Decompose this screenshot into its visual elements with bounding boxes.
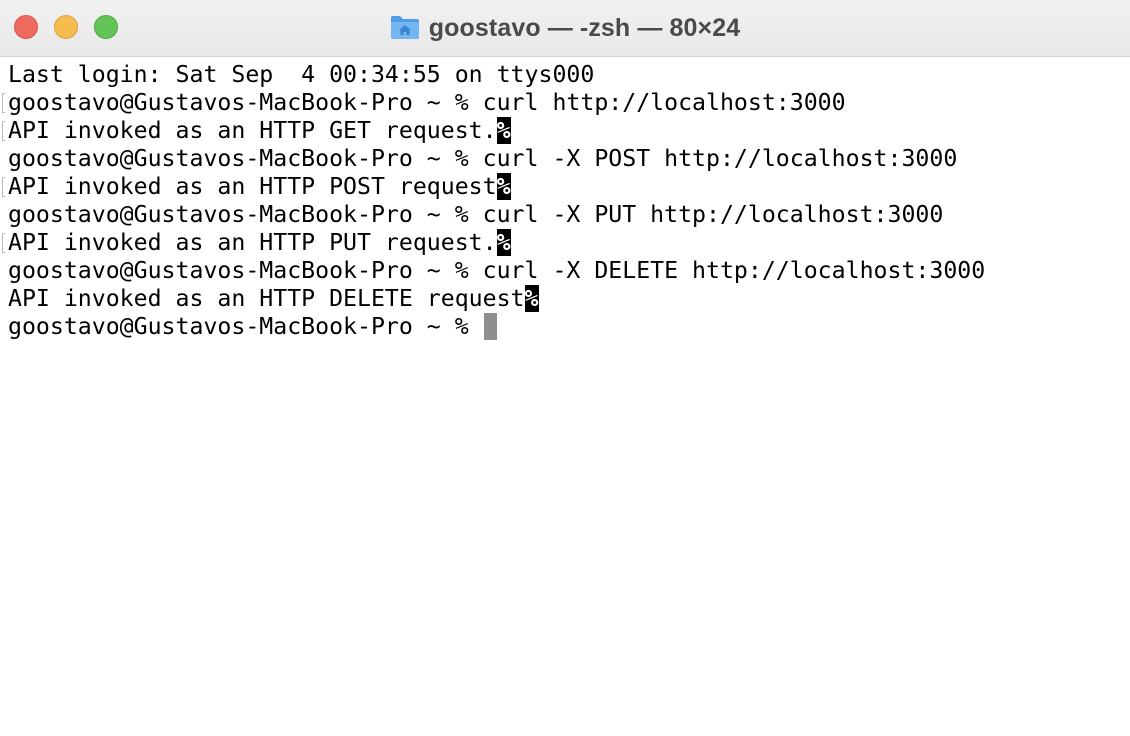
home-folder-icon — [390, 16, 419, 39]
partial-line-marker: % — [496, 173, 511, 200]
terminal-line: Last login: Sat Sep 4 00:34:55 on ttys00… — [8, 61, 1123, 89]
partial-line-marker: % — [496, 229, 511, 256]
terminal-line: API invoked as an HTTP DELETE request% — [8, 285, 1123, 313]
command-mark — [2, 177, 5, 197]
terminal-line: goostavo@Gustavos-MacBook-Pro ~ % — [8, 313, 1123, 341]
terminal-output[interactable]: Last login: Sat Sep 4 00:34:55 on ttys00… — [2, 61, 1123, 731]
line-text: API invoked as an HTTP GET request. — [8, 117, 497, 144]
partial-line-marker: % — [496, 117, 511, 144]
terminal-line: API invoked as an HTTP POST request% — [2, 173, 1123, 201]
text-cursor[interactable] — [483, 313, 497, 340]
partial-line-marker: % — [524, 285, 539, 312]
command-mark — [2, 93, 5, 113]
title-bar[interactable]: goostavo — -zsh — 80×24 — [0, 0, 1130, 57]
line-text: goostavo@Gustavos-MacBook-Pro ~ % curl h… — [8, 89, 846, 116]
command-mark — [2, 121, 5, 141]
prompt-text: goostavo@Gustavos-MacBook-Pro ~ % — [8, 313, 483, 340]
window-title: goostavo — -zsh — 80×24 — [428, 13, 741, 42]
terminal-line: API invoked as an HTTP GET request.% — [2, 117, 1123, 145]
line-text: goostavo@Gustavos-MacBook-Pro ~ % curl -… — [8, 257, 986, 284]
line-text: goostavo@Gustavos-MacBook-Pro ~ % curl -… — [8, 201, 944, 228]
line-text: API invoked as an HTTP PUT request. — [8, 229, 497, 256]
terminal-line: goostavo@Gustavos-MacBook-Pro ~ % curl h… — [2, 89, 1123, 117]
terminal-line: API invoked as an HTTP PUT request.% — [2, 229, 1123, 257]
line-text: Last login: Sat Sep 4 00:34:55 on ttys00… — [8, 61, 595, 88]
line-text: API invoked as an HTTP DELETE request — [8, 285, 525, 312]
window-title-group: goostavo — -zsh — 80×24 — [0, 0, 1130, 56]
terminal-line: goostavo@Gustavos-MacBook-Pro ~ % curl -… — [8, 145, 1123, 173]
terminal-line: goostavo@Gustavos-MacBook-Pro ~ % curl -… — [8, 201, 1123, 229]
terminal-window: goostavo — -zsh — 80×24 Last login: Sat … — [0, 0, 1130, 736]
command-mark — [2, 233, 5, 253]
line-text: goostavo@Gustavos-MacBook-Pro ~ % curl -… — [8, 145, 958, 172]
line-text: API invoked as an HTTP POST request — [8, 173, 497, 200]
terminal-line: goostavo@Gustavos-MacBook-Pro ~ % curl -… — [8, 257, 1123, 285]
